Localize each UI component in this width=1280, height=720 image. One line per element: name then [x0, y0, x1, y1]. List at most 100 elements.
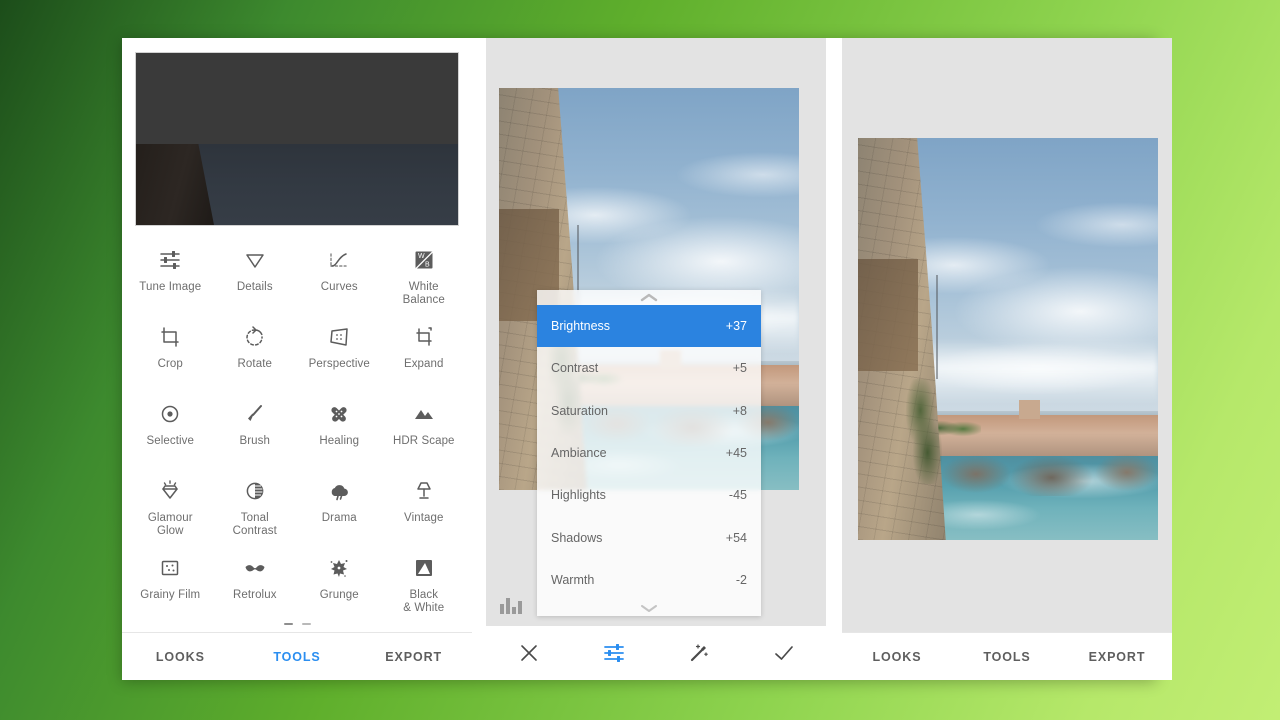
tool-label: Drama: [321, 512, 357, 524]
tool-hdr-scape[interactable]: HDR Scape: [382, 396, 467, 473]
tool-label: Brush: [239, 435, 271, 447]
hdr-mountains-icon: [407, 400, 441, 428]
bottom-nav-right: LOOKS TOOLS EXPORT: [842, 632, 1172, 680]
tool-label: Tonal Contrast: [232, 512, 277, 537]
adjustment-row-contrast[interactable]: Contrast +5: [537, 347, 761, 389]
nav-export[interactable]: EXPORT: [1062, 650, 1172, 664]
tool-label: Details: [236, 281, 273, 293]
tool-retrolux[interactable]: Retrolux: [213, 550, 298, 616]
apply-button[interactable]: [741, 643, 826, 663]
svg-text:B: B: [425, 262, 430, 269]
adjustment-value: +5: [732, 361, 747, 376]
tool-label: Retrolux: [232, 589, 277, 601]
photo-pole: [936, 274, 938, 380]
adjustment-value: -2: [735, 572, 747, 587]
tool-grunge[interactable]: Grunge: [297, 550, 382, 616]
tool-white-balance[interactable]: W B White Balance: [382, 242, 467, 319]
cancel-button[interactable]: [486, 643, 571, 663]
chevron-down-icon[interactable]: [537, 601, 761, 616]
adjustment-row-shadows[interactable]: Shadows +54: [537, 516, 761, 558]
page-dot: [301, 622, 311, 626]
tool-crop[interactable]: Crop: [128, 319, 213, 396]
editor-toolbar: [486, 626, 826, 680]
result-canvas: [842, 38, 1172, 632]
photo-rocks: [936, 451, 1158, 496]
nav-tools[interactable]: TOOLS: [239, 650, 356, 664]
adjustment-row-highlights[interactable]: Highlights -45: [537, 474, 761, 516]
adjustment-label: Ambiance: [551, 445, 607, 460]
healing-bandage-icon: [322, 400, 356, 428]
brush-icon: [238, 400, 272, 428]
adjustment-menu[interactable]: Brightness +37 Contrast +5 Saturation +8 Ambia…: [537, 290, 761, 616]
adjustment-row-brightness[interactable]: Brightness +37: [537, 305, 761, 348]
panel-result-screen: LOOKS TOOLS EXPORT: [842, 38, 1172, 680]
histogram-icon[interactable]: [500, 594, 522, 614]
tool-perspective[interactable]: Perspective: [297, 319, 382, 396]
tool-tune-image[interactable]: Tune Image: [128, 242, 213, 319]
page-indicator: [122, 616, 472, 632]
adjustment-row-ambiance[interactable]: Ambiance +45: [537, 432, 761, 474]
tool-selective[interactable]: Selective: [128, 396, 213, 473]
tools-grid: Tune Image Details Curves W B White Balance Cro…: [122, 226, 472, 616]
tool-grainy-film[interactable]: Grainy Film: [128, 550, 213, 616]
auto-adjust-button[interactable]: [656, 642, 741, 664]
image-preview-dark[interactable]: [135, 52, 459, 226]
tool-label: Glamour Glow: [147, 512, 193, 537]
tool-label: HDR Scape: [392, 435, 455, 447]
photo-antibes-result[interactable]: [858, 138, 1158, 540]
retrolux-moustache-icon: [238, 554, 272, 582]
black-and-white-icon: [407, 554, 441, 582]
tool-tonal-contrast[interactable]: Tonal Contrast: [213, 473, 298, 550]
page-dot: [283, 622, 293, 626]
tool-brush[interactable]: Brush: [213, 396, 298, 473]
chevron-up-icon[interactable]: [537, 290, 761, 305]
adjustment-value: +54: [725, 530, 747, 545]
adjustment-row-warmth[interactable]: Warmth -2: [537, 559, 761, 601]
tool-curves[interactable]: Curves: [297, 242, 382, 319]
adjustment-label: Brightness: [551, 319, 611, 334]
rotate-icon: [238, 323, 272, 351]
adjustment-label: Highlights: [551, 488, 606, 503]
tool-label: Grainy Film: [140, 589, 201, 601]
tool-label: Healing: [319, 435, 360, 447]
white-balance-icon: WB: [407, 246, 441, 274]
adjustment-label: Warmth: [551, 572, 595, 587]
tool-glamour-glow[interactable]: Glamour Glow: [128, 473, 213, 550]
tool-label: Rotate: [237, 358, 272, 370]
nav-tools[interactable]: TOOLS: [952, 650, 1062, 664]
drama-cloud-icon: [322, 477, 356, 505]
nav-export[interactable]: EXPORT: [355, 650, 472, 664]
adjustment-row-saturation[interactable]: Saturation +8: [537, 390, 761, 432]
photo-wall-shadow: [858, 258, 918, 372]
adjustment-list: Brightness +37 Contrast +5 Saturation +8 Ambia…: [537, 305, 761, 601]
tool-label: Expand: [403, 358, 444, 370]
tool-label: Grunge: [319, 589, 359, 601]
nav-looks[interactable]: LOOKS: [842, 650, 952, 664]
expand-icon: [407, 323, 441, 351]
triangle-details-icon: [238, 246, 272, 274]
panel-tools-screen: Tune Image Details Curves W B White Balance Cro…: [122, 38, 472, 680]
tool-drama[interactable]: Drama: [297, 473, 382, 550]
tonal-contrast-icon: [238, 477, 272, 505]
grunge-splatter-icon: [322, 554, 356, 582]
vintage-lamp-icon: [407, 477, 441, 505]
adjustment-label: Contrast: [551, 361, 599, 376]
tool-rotate[interactable]: Rotate: [213, 319, 298, 396]
tool-details[interactable]: Details: [213, 242, 298, 319]
curves-icon: [322, 246, 356, 274]
adjustment-value: -45: [728, 488, 747, 503]
adjustment-value: +45: [725, 445, 747, 460]
tune-button[interactable]: [571, 642, 656, 664]
tool-black-white[interactable]: Black & White: [382, 550, 467, 616]
nav-looks[interactable]: LOOKS: [122, 650, 239, 664]
tool-label: White Balance: [402, 281, 445, 306]
tool-vintage[interactable]: Vintage: [382, 473, 467, 550]
tool-label: Tune Image: [139, 281, 202, 293]
adjustment-value: +37: [725, 319, 747, 334]
tool-label: Selective: [146, 435, 195, 447]
tool-healing[interactable]: Healing: [297, 396, 382, 473]
editor-canvas: Brightness +37 Contrast +5 Saturation +8 Ambia…: [486, 38, 826, 626]
crop-icon: [153, 323, 187, 351]
tool-expand[interactable]: Expand: [382, 319, 467, 396]
tool-label: Vintage: [404, 512, 444, 524]
